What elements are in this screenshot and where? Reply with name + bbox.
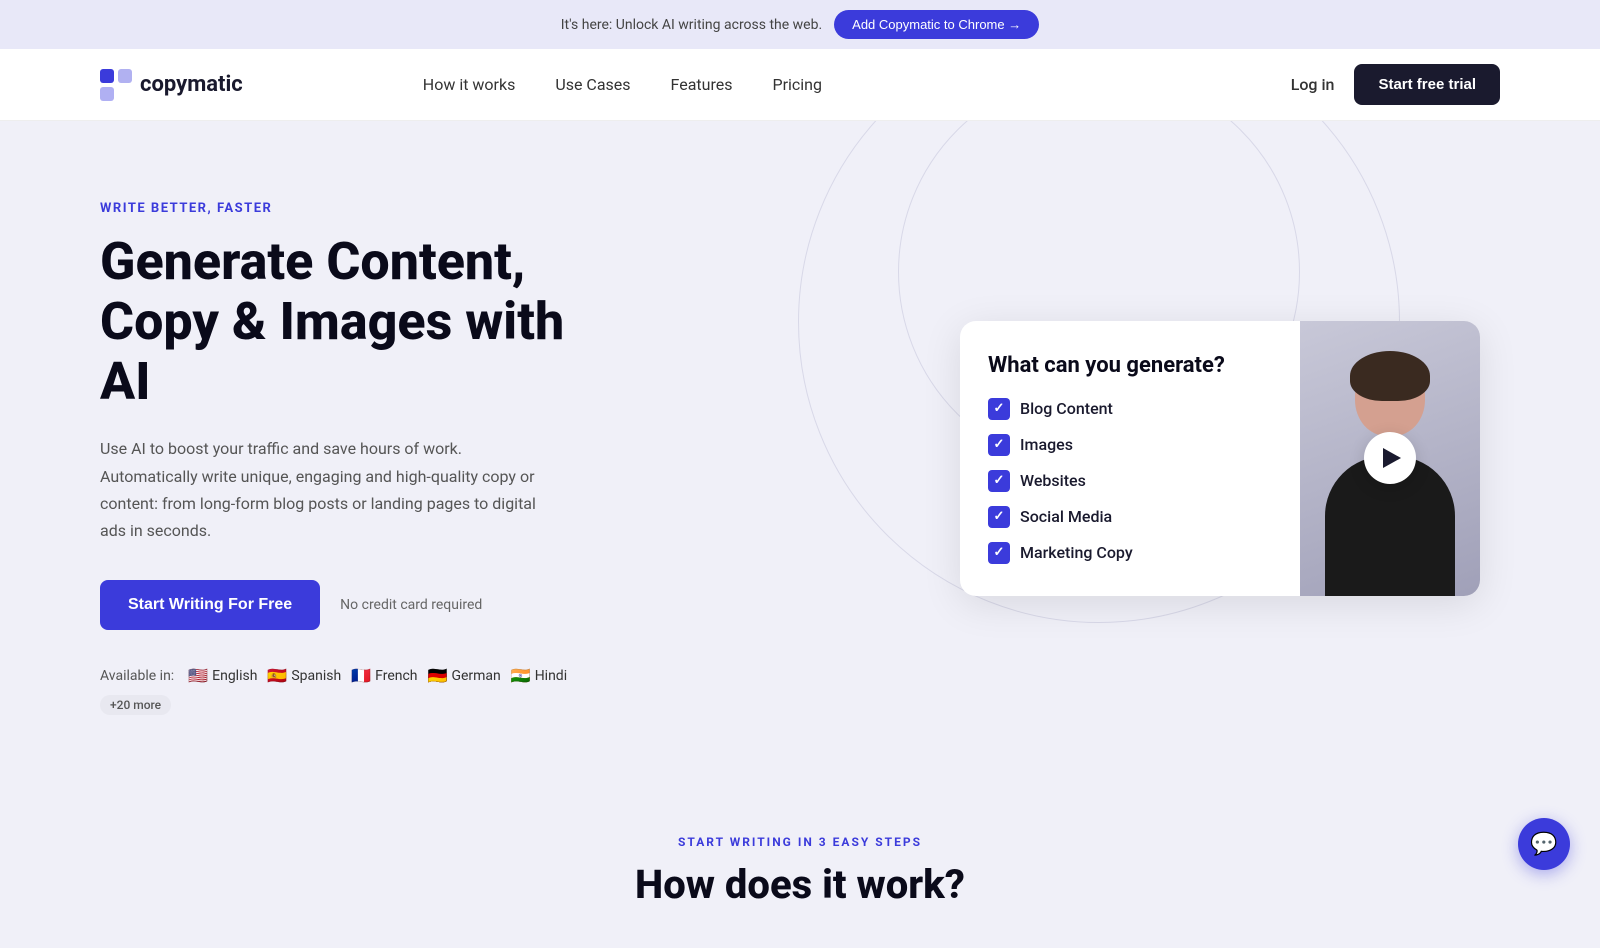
lang-spanish: 🇪🇸 Spanish (267, 666, 341, 685)
checklist-label-websites: Websites (1020, 471, 1086, 490)
banner-cta-button[interactable]: Add Copymatic to Chrome → (834, 10, 1039, 39)
logo-text: copymatic (140, 72, 243, 97)
lang-hindi-label: Hindi (535, 668, 567, 684)
steps-section: START WRITING IN 3 EASY STEPS How does i… (0, 775, 1600, 948)
logo-link[interactable]: copymatic (100, 69, 243, 101)
video-content: What can you generate? Blog Content Imag… (960, 321, 1300, 596)
login-link[interactable]: Log in (1291, 75, 1335, 94)
check-icon-websites (988, 470, 1010, 492)
lang-french-label: French (375, 668, 417, 684)
flag-german: 🇩🇪 (428, 666, 448, 685)
checklist-item-websites: Websites (988, 470, 1272, 492)
hero-description: Use AI to boost your traffic and save ho… (100, 435, 560, 544)
start-trial-button[interactable]: Start free trial (1354, 64, 1500, 105)
checklist-label-social: Social Media (1020, 507, 1112, 526)
hero-title-line2: Copy & Images with AI (100, 291, 564, 412)
lang-english-label: English (212, 668, 257, 684)
person-head (1355, 356, 1425, 436)
checklist: Blog Content Images Websites Social (988, 398, 1272, 564)
start-writing-button[interactable]: Start Writing For Free (100, 580, 320, 630)
checklist-item-images: Images (988, 434, 1272, 456)
lang-german: 🇩🇪 German (428, 666, 501, 685)
person-photo (1300, 321, 1480, 596)
checklist-item-blog: Blog Content (988, 398, 1272, 420)
video-card: What can you generate? Blog Content Imag… (960, 321, 1480, 596)
hero-title-line1: Generate Content, (100, 231, 525, 292)
top-banner: It's here: Unlock AI writing across the … (0, 0, 1600, 49)
person-hair (1350, 351, 1430, 401)
flag-english: 🇺🇸 (188, 666, 208, 685)
nav-links: How it works Use Cases Features Pricing (423, 75, 822, 94)
hero-right: What can you generate? Blog Content Imag… (600, 321, 1500, 596)
hero-section: WRITE BETTER, FASTER Generate Content, C… (0, 121, 1600, 775)
lang-german-label: German (451, 668, 500, 684)
check-icon-images (988, 434, 1010, 456)
nav-link-features[interactable]: Features (671, 75, 733, 94)
more-languages-badge: +20 more (100, 695, 171, 715)
flag-french: 🇫🇷 (351, 666, 371, 685)
available-label: Available in: (100, 668, 174, 684)
hero-title: Generate Content, Copy & Images with AI (100, 232, 600, 411)
lang-spanish-label: Spanish (291, 668, 341, 684)
flag-spanish: 🇪🇸 (267, 666, 287, 685)
checklist-item-social: Social Media (988, 506, 1272, 528)
languages-section: Available in: 🇺🇸 English 🇪🇸 Spanish 🇫🇷 F… (100, 666, 600, 715)
check-icon-marketing (988, 542, 1010, 564)
hero-eyebrow: WRITE BETTER, FASTER (100, 201, 600, 216)
video-card-inner: What can you generate? Blog Content Imag… (960, 321, 1480, 596)
nav-link-pricing[interactable]: Pricing (772, 75, 822, 94)
banner-text: It's here: Unlock AI writing across the … (561, 17, 822, 33)
chat-icon: 💬 (1530, 832, 1557, 857)
steps-title: How does it work? (100, 861, 1500, 908)
checklist-label-marketing: Marketing Copy (1020, 543, 1133, 562)
steps-eyebrow: START WRITING IN 3 EASY STEPS (100, 835, 1500, 849)
flag-hindi: 🇮🇳 (511, 666, 531, 685)
nav-link-how-it-works[interactable]: How it works (423, 75, 516, 94)
hero-cta: Start Writing For Free No credit card re… (100, 580, 600, 630)
hero-left: WRITE BETTER, FASTER Generate Content, C… (100, 201, 600, 715)
checklist-label-images: Images (1020, 435, 1073, 454)
checklist-item-marketing: Marketing Copy (988, 542, 1272, 564)
no-card-text: No credit card required (340, 597, 482, 613)
check-icon-social (988, 506, 1010, 528)
navbar: copymatic How it works Use Cases Feature… (0, 49, 1600, 121)
checklist-label-blog: Blog Content (1020, 399, 1113, 418)
play-button[interactable] (1364, 432, 1416, 484)
nav-link-use-cases[interactable]: Use Cases (555, 75, 630, 94)
chat-bubble-button[interactable]: 💬 (1518, 818, 1570, 870)
lang-french: 🇫🇷 French (351, 666, 417, 685)
logo-icon (100, 69, 132, 101)
nav-right: Log in Start free trial (1291, 64, 1500, 105)
lang-hindi: 🇮🇳 Hindi (511, 666, 567, 685)
play-triangle-icon (1383, 448, 1401, 468)
lang-english: 🇺🇸 English (188, 666, 257, 685)
video-card-title: What can you generate? (988, 353, 1272, 378)
check-icon-blog (988, 398, 1010, 420)
